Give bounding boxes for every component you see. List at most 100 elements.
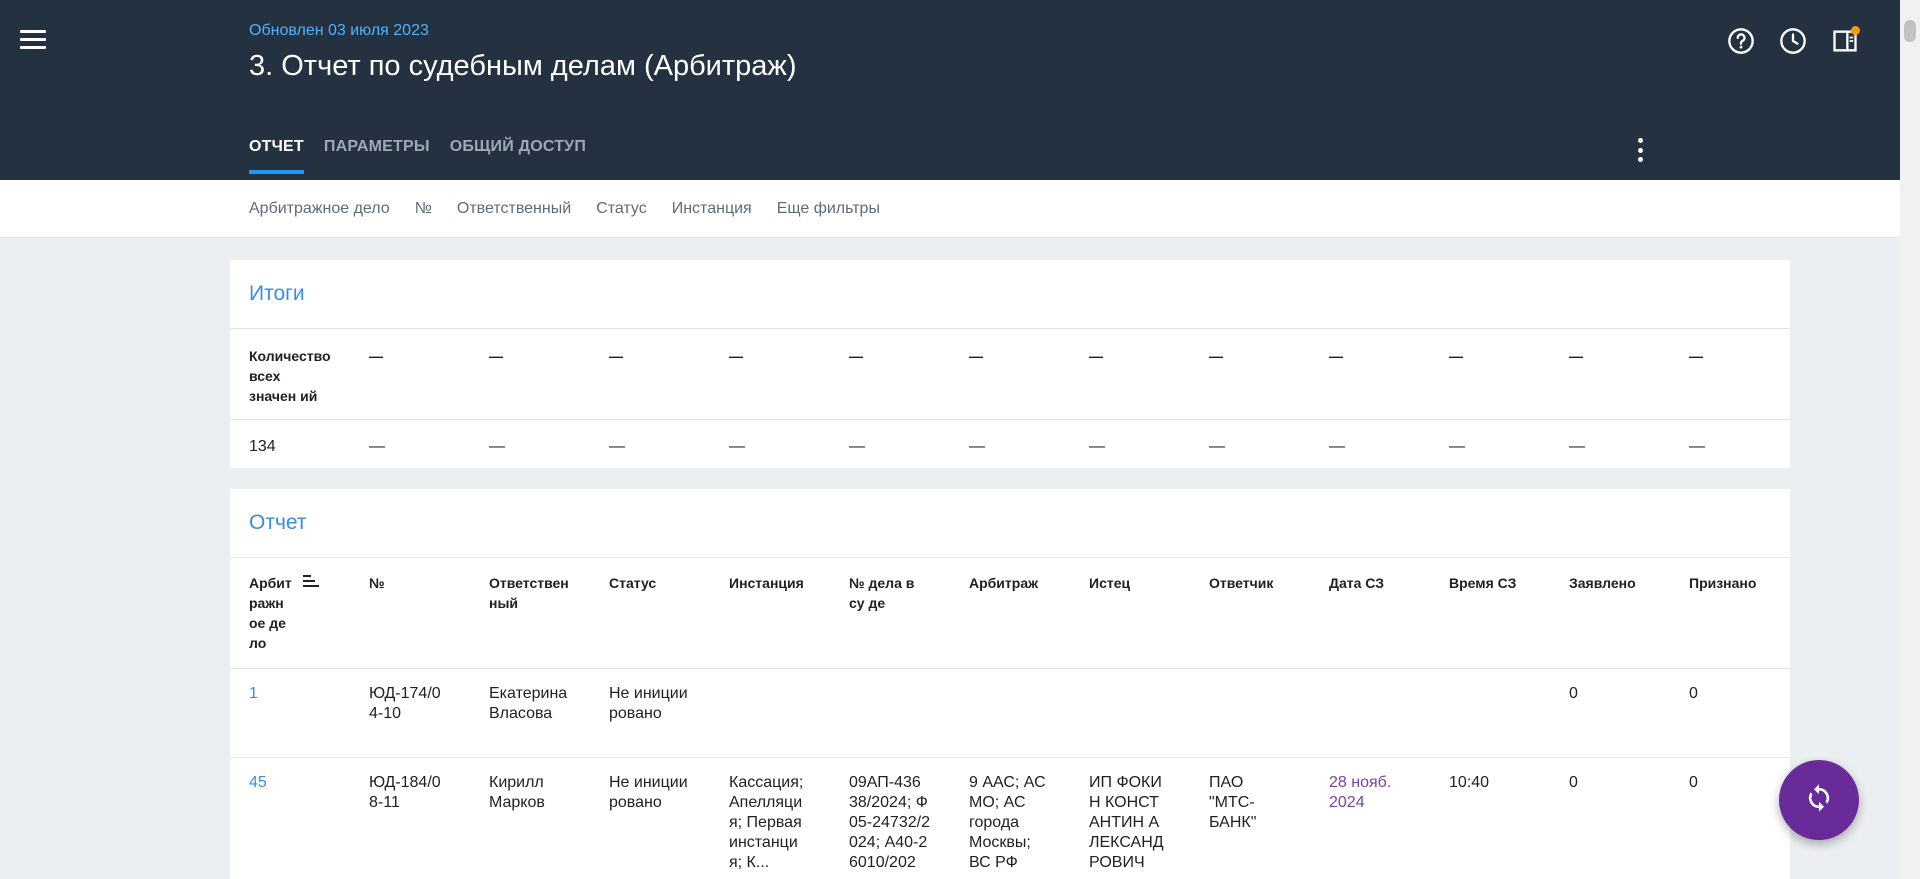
totals-value-cell: — [729,438,745,455]
column-header[interactable]: Признано [1689,573,1790,653]
updated-date: Обновлен 03 июля 2023 [249,22,429,39]
tab-parameters[interactable]: ПАРАМЕТРЫ [324,138,430,174]
totals-value-cell: — [369,438,385,455]
totals-value-cell: — [969,438,985,455]
totals-header-cell: — [489,348,503,364]
table-cell [1209,684,1329,744]
filter-status[interactable]: Статус [596,200,647,218]
filter-number[interactable]: № [415,200,432,218]
totals-value-cell: — [489,438,505,455]
column-header[interactable]: Инстанция [729,573,849,653]
totals-header-cell: — [729,348,743,364]
scrollbar[interactable] [1900,0,1920,879]
totals-value-cell: — [1689,438,1705,455]
totals-header-cell: — [1329,348,1343,364]
help-icon[interactable] [1726,26,1756,56]
column-header[interactable]: № дела в су де [849,573,933,653]
filter-instance[interactable]: Инстанция [672,200,752,218]
menu-icon[interactable] [20,30,46,50]
table-cell: 0 [1569,685,1578,702]
scrollbar-thumb[interactable] [1904,20,1916,42]
totals-header-cell: — [609,348,623,364]
totals-header-cell: — [1569,348,1583,364]
filter-bar: Арбитражное дело № Ответственный Статус … [0,180,1900,238]
notification-dot [1851,26,1860,35]
totals-header-cell: — [969,348,983,364]
table-cell: ЮД-174/0 4-10 [369,685,441,722]
totals-card: Итоги Количество всех значен ий — — — — … [230,260,1790,468]
table-cell [729,684,849,744]
report-card: Отчет Арбит ражн ое де ло № Ответствен н… [230,489,1790,879]
filter-more[interactable]: Еще фильтры [777,200,880,218]
column-header[interactable]: Истец [1089,573,1209,653]
totals-value-cell: — [849,438,865,455]
report-title: Отчет [230,489,1790,558]
totals-value-cell: — [1569,438,1585,455]
page-title: 3. Отчет по судебным делам (Арбитраж) [249,50,797,82]
table-cell: Кирилл Марков [489,774,545,811]
tab-report[interactable]: ОТЧЕТ [249,138,304,174]
table-cell [849,684,969,744]
column-header[interactable]: № [369,573,489,653]
totals-header-cell: — [369,348,383,364]
table-cell: 10:40 [1449,774,1490,791]
table-cell: 0 [1569,774,1578,791]
column-header[interactable]: Арбитраж [969,573,1089,653]
table-cell: 0 [1689,774,1698,791]
column-header[interactable]: Дата СЗ [1329,573,1449,653]
case-link[interactable]: 45 [249,773,369,873]
tab-sharing[interactable]: ОБЩИЙ ДОСТУП [450,138,586,174]
history-icon[interactable] [1778,26,1808,56]
table-cell [969,684,1089,744]
table-cell: 09АП-436 38/2024; Ф05-24732/2024; А40-26… [849,774,930,871]
totals-header-cell: — [849,348,863,364]
report-header-row: Арбит ражн ое де ло № Ответствен ный Ста… [230,558,1790,669]
table-cell: 0 [1689,685,1698,702]
table-cell: Не инициированo [609,685,688,722]
table-cell: Екатерина Власова [489,685,568,722]
column-header[interactable]: Ответчик [1209,573,1329,653]
table-cell: 9 ААС; АС МО; АС города Москвы; ВС РФ [969,774,1046,871]
refresh-icon [1804,783,1834,818]
case-link[interactable]: 1 [249,684,369,744]
totals-value-cell: — [1089,438,1105,455]
totals-value-cell: — [1209,438,1225,455]
refresh-button[interactable] [1779,760,1859,840]
column-header[interactable]: Заявлено [1569,573,1689,653]
filter-responsible[interactable]: Ответственный [457,200,571,218]
totals-header-cell: — [1689,348,1703,364]
column-header-label: Арбит ражн ое де ло [249,575,292,651]
table-cell: ИП ФОКИН КОНСТАНТИН АЛЕКСАНДРОВИЧ [1089,774,1164,871]
table-cell: Не инициированo [609,774,688,811]
totals-value-cell: 134 [249,438,276,455]
header-actions [1726,26,1860,56]
column-header[interactable]: Арбит ражн ое де ло [249,573,369,653]
totals-value-cell: — [1329,438,1345,455]
totals-header-cell: Количество всех значен ий [249,348,331,404]
app-header: Обновлен 03 июля 2023 3. Отчет по судебн… [0,0,1900,180]
totals-header-cell: — [1209,348,1223,364]
sort-icon[interactable] [303,573,319,653]
more-vert-icon[interactable] [1630,138,1650,162]
table-cell [1329,684,1449,744]
table-row[interactable]: 1 ЮД-174/0 4-10 Екатерина Власова Не ини… [230,669,1790,758]
table-cell [1449,684,1569,744]
table-cell: 28 нояб. 2024 [1329,774,1392,811]
table-cell [1089,684,1209,744]
totals-value-cell: — [1449,438,1465,455]
table-row[interactable]: 45 ЮД-184/0 8-11 Кирилл Марков Не иниции… [230,758,1790,873]
column-header[interactable]: Ответствен ный [489,573,573,653]
totals-value-cell: — [609,438,625,455]
totals-title: Итоги [230,260,1790,329]
totals-header-row: Количество всех значен ий — — — — — — — … [230,329,1790,420]
filter-case[interactable]: Арбитражное дело [249,200,390,218]
table-cell: Кассация; Апелляция; Первая инстанция; К… [729,774,804,871]
table-cell: ЮД-184/0 8-11 [369,774,441,811]
table-cell: ПАО "МТС-БАНК" [1209,774,1257,831]
totals-header-cell: — [1089,348,1103,364]
tab-bar: ОТЧЕТ ПАРАМЕТРЫ ОБЩИЙ ДОСТУП [249,138,586,174]
totals-value-row: 134 — — — — — — — — — — — — [230,420,1790,457]
panel-icon[interactable] [1830,26,1860,56]
column-header[interactable]: Статус [609,573,729,653]
column-header[interactable]: Время СЗ [1449,573,1569,653]
